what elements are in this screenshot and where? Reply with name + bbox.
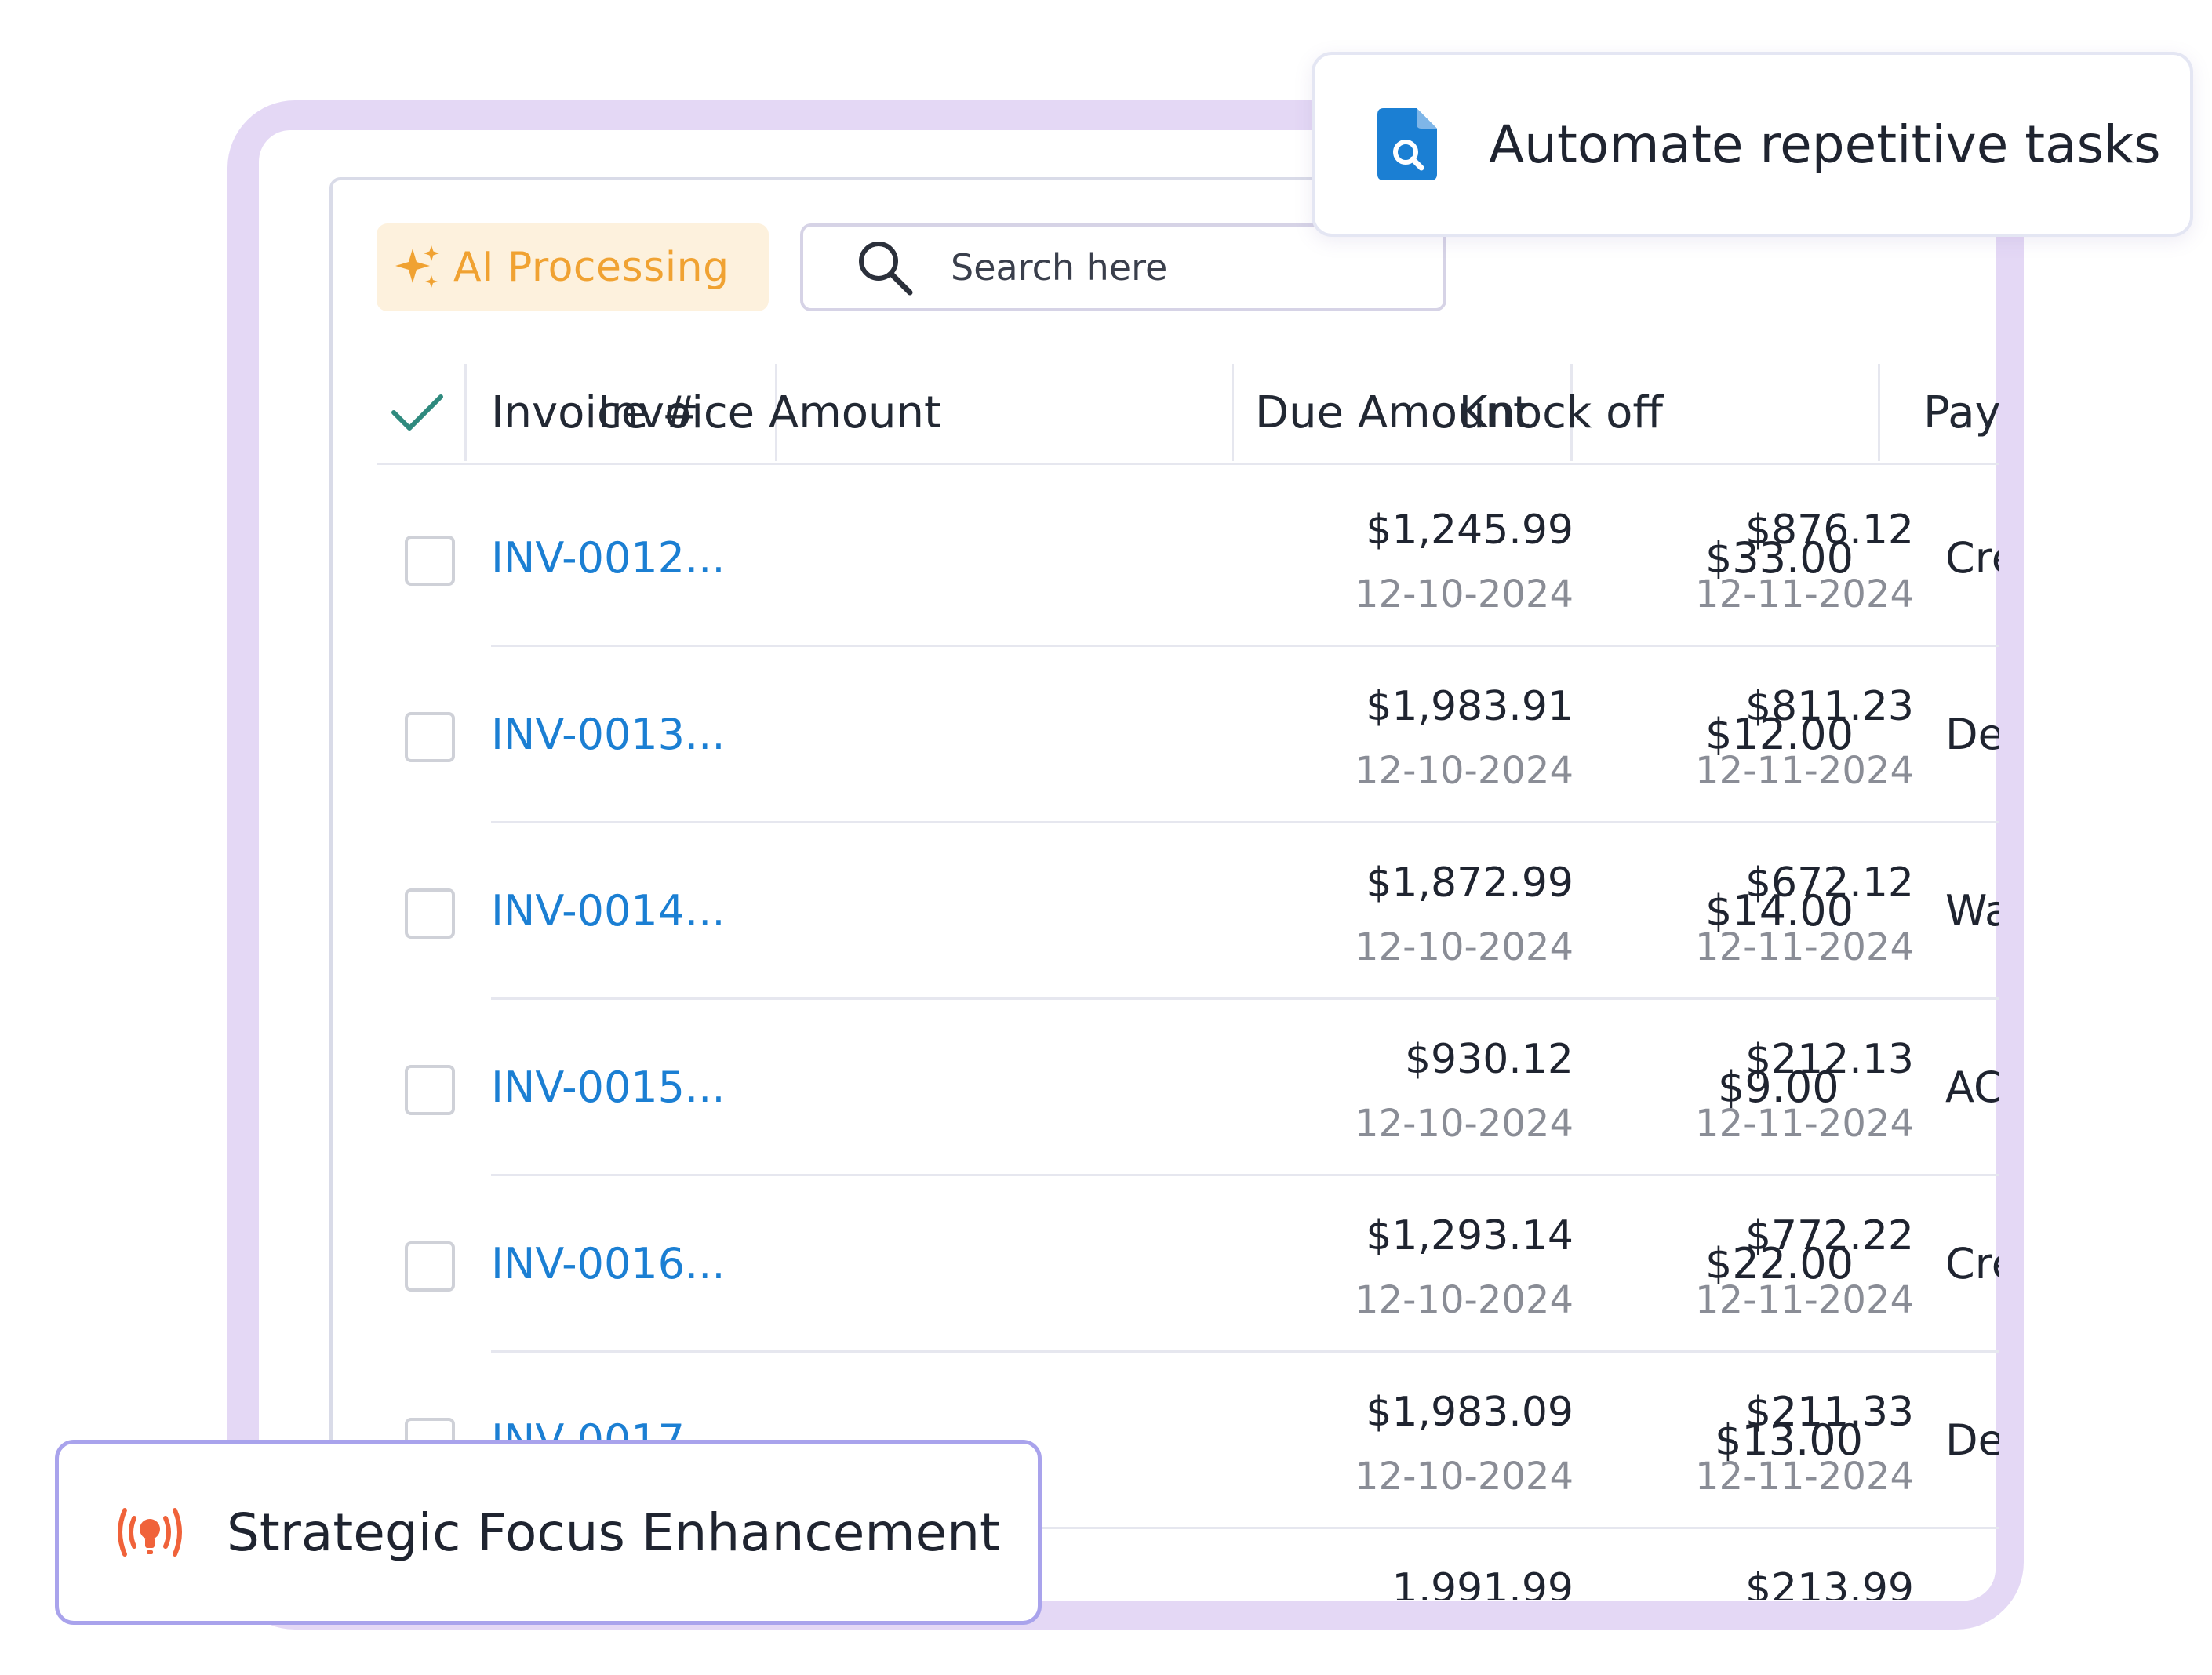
invoice-amount: $1,872.99 <box>1366 859 1574 907</box>
due-amount: $213.99 <box>1744 1565 1914 1600</box>
invoice-amount: $1,983.91 <box>1366 683 1574 730</box>
search-input[interactable] <box>951 246 1390 289</box>
pay-method: Cre <box>1945 1239 1999 1288</box>
invoice-amount: 1,991.99 <box>1392 1565 1574 1600</box>
pay-method: Cre <box>1945 533 1999 583</box>
column-divider <box>464 364 467 461</box>
knock-off-value: $12.00 <box>1705 710 1854 759</box>
ai-processing-label: AI Processing <box>453 244 729 291</box>
automate-tasks-card: Automate repetitive tasks <box>1312 52 2193 237</box>
row-checkbox[interactable] <box>405 1241 455 1292</box>
row-checkbox[interactable] <box>405 536 455 586</box>
header-pay[interactable]: Pay <box>1923 361 1999 464</box>
table-row[interactable]: INV-0016... $1,293.14 12-10-2024 $772.22… <box>377 1176 1999 1353</box>
invoice-amount: $1,245.99 <box>1366 507 1574 554</box>
pay-method: ACH <box>1945 1063 1999 1112</box>
invoice-amount: $1,293.14 <box>1366 1212 1574 1259</box>
invoice-amount: $930.12 <box>1404 1036 1574 1083</box>
ai-processing-button[interactable]: AI Processing <box>377 223 769 311</box>
broadcast-bulb-icon <box>118 1508 182 1557</box>
invoice-date: 12-10-2024 <box>1355 749 1574 793</box>
invoice-date: 12-10-2024 <box>1355 572 1574 616</box>
pay-method: Wal <box>1945 886 1999 936</box>
sparkle-icon <box>395 245 439 288</box>
header-divider <box>377 463 1999 465</box>
invoice-link[interactable]: INV-0013... <box>491 710 726 759</box>
invoice-date: 12-10-2024 <box>1355 1102 1574 1146</box>
pay-method: Deb <box>1945 1415 1999 1465</box>
automate-tasks-label: Automate repetitive tasks <box>1489 114 2161 175</box>
knock-off-value: $9.00 <box>1718 1063 1839 1112</box>
invoice-date: 12-10-2024 <box>1355 1455 1574 1499</box>
check-icon <box>391 394 443 431</box>
header-knock-off[interactable]: Knock off <box>1459 361 1663 464</box>
pay-method: Deb <box>1945 710 1999 759</box>
document-search-icon <box>1377 108 1437 180</box>
invoice-date: 12-10-2024 <box>1355 1278 1574 1322</box>
table-row[interactable]: INV-0014... $1,872.99 12-10-2024 $672.12… <box>377 823 1999 1000</box>
knock-off-value: $33.00 <box>1705 533 1854 583</box>
table-header: Invoice # Invoice Amount Due Amount Knoc… <box>377 361 1999 464</box>
select-all-checkbox[interactable] <box>391 361 444 464</box>
table-row[interactable]: INV-0012... $1,245.99 12-10-2024 $876.12… <box>377 471 1999 647</box>
header-invoice-amount[interactable]: Invoice Amount <box>598 361 941 464</box>
column-divider <box>1232 364 1234 461</box>
search-icon <box>859 242 913 296</box>
row-checkbox[interactable] <box>405 712 455 762</box>
row-checkbox[interactable] <box>405 1065 455 1115</box>
invoice-link[interactable]: INV-0014... <box>491 886 726 936</box>
strategic-focus-card: Strategic Focus Enhancement <box>55 1440 1042 1625</box>
knock-off-value: $13.00 <box>1715 1415 1863 1465</box>
table-viewport[interactable]: AI Processing Invoice # Invoice Amount D… <box>0 0 1999 1600</box>
table-row[interactable]: INV-0015... $930.12 12-10-2024 $212.13 1… <box>377 1000 1999 1176</box>
invoice-amount: $1,983.09 <box>1366 1389 1574 1436</box>
strategic-focus-label: Strategic Focus Enhancement <box>227 1502 1000 1563</box>
invoice-link[interactable]: INV-0015... <box>491 1063 726 1112</box>
knock-off-value: $14.00 <box>1705 886 1854 936</box>
invoice-date: 12-10-2024 <box>1355 925 1574 969</box>
knock-off-value: $22.00 <box>1705 1239 1854 1288</box>
invoice-link[interactable]: INV-0016... <box>491 1239 726 1288</box>
table-row[interactable]: INV-0013... $1,983.91 12-10-2024 $811.23… <box>377 647 1999 823</box>
column-divider <box>1878 364 1880 461</box>
row-checkbox[interactable] <box>405 888 455 939</box>
invoice-link[interactable]: INV-0012... <box>491 533 726 583</box>
